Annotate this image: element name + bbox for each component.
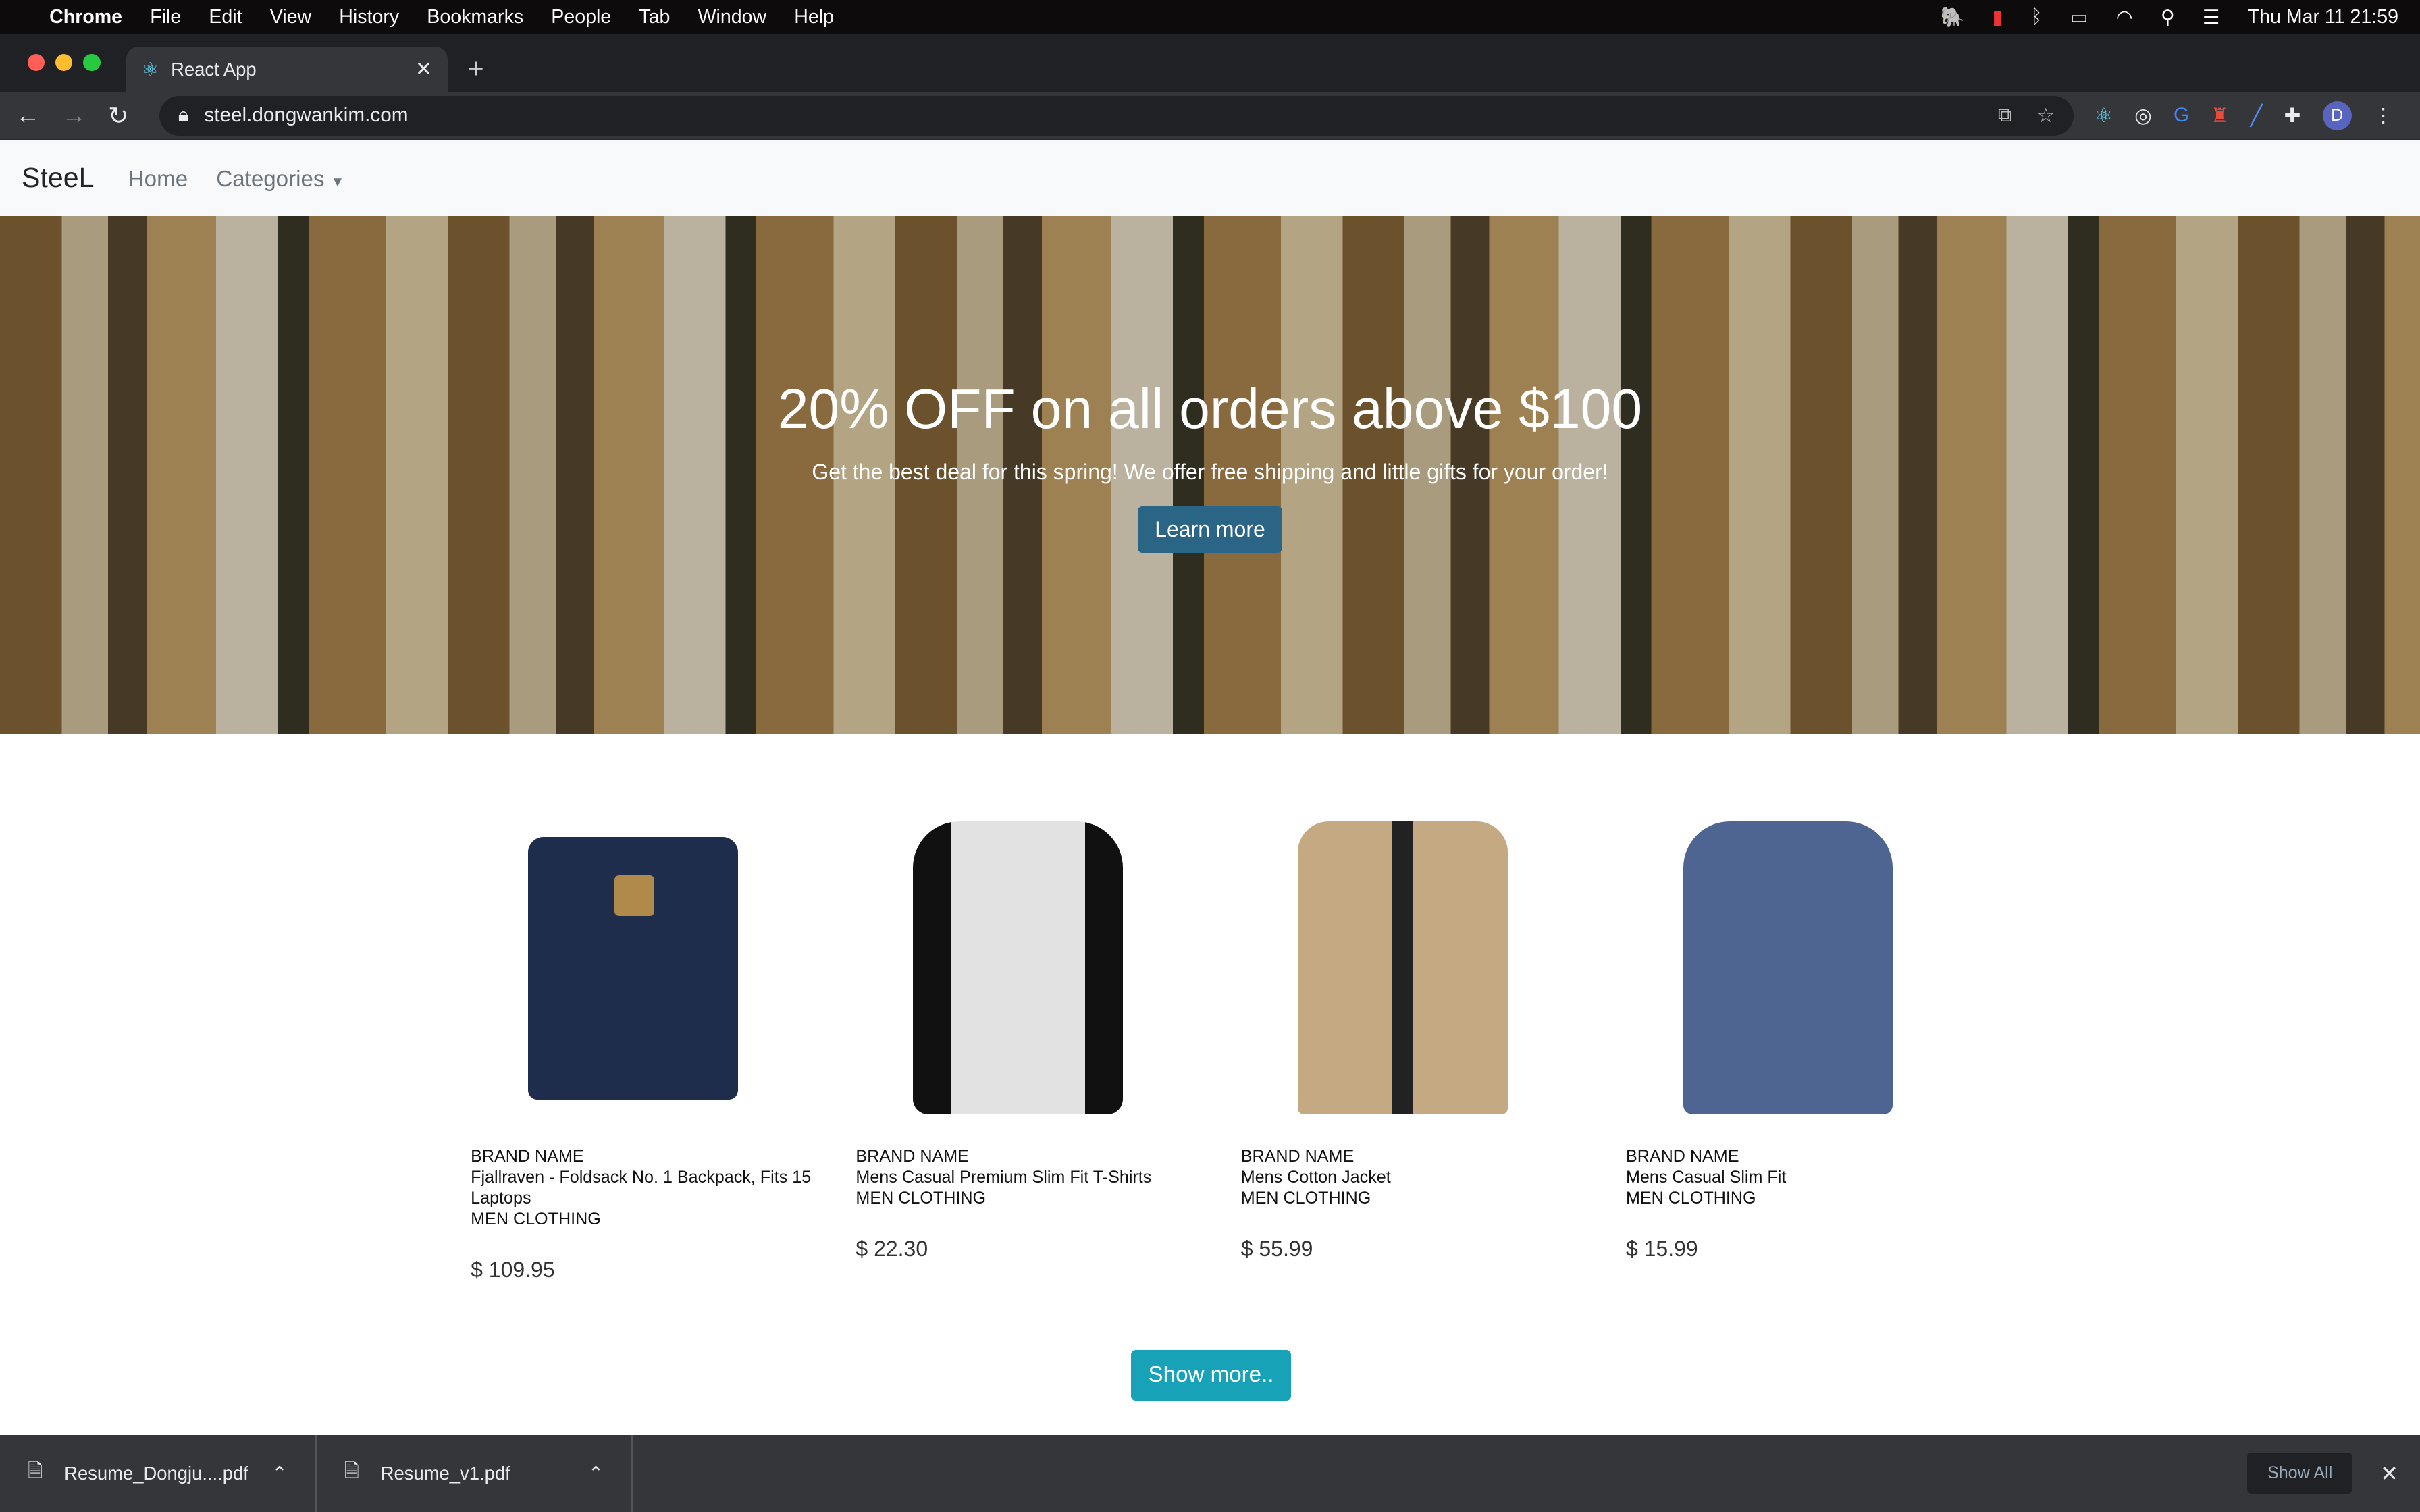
file-icon: 🗎	[28, 1459, 43, 1481]
product-card[interactable]: BRAND NAME Mens Casual Slim Fit MEN CLOT…	[1626, 817, 2011, 1282]
nav-categories[interactable]: Categories ▼	[216, 167, 344, 192]
product-price: $ 109.95	[471, 1257, 555, 1282]
react-devtools-icon[interactable]: ⚛	[2095, 104, 2113, 128]
tab-title: React App	[171, 58, 257, 80]
menu-view[interactable]: View	[270, 6, 311, 28]
forward-icon[interactable]: →	[61, 101, 86, 130]
product-category: MEN CLOTHING	[856, 1188, 987, 1208]
hero-banner: 20% OFF on all orders above $100 Get the…	[0, 215, 2420, 734]
nav-home[interactable]: Home	[128, 167, 188, 192]
download-item[interactable]: 🗎 Resume_v1.pdf ⌃	[317, 1434, 633, 1512]
browser-toolbar: ← → ↻ 🔒︎ steel.dongwankim.com ⧉ ☆ ⚛ ◎ G …	[0, 92, 2420, 139]
flag-icon[interactable]: ▮	[1992, 5, 2003, 29]
product-brand: BRAND NAME	[471, 1147, 584, 1166]
wifi-icon[interactable]: ◠	[2116, 5, 2133, 29]
color-picker-icon[interactable]: ╱	[2251, 104, 2263, 128]
maximize-window-button[interactable]	[83, 53, 101, 72]
target-extension-icon[interactable]: ◎	[2134, 104, 2152, 128]
product-name: Mens Casual Slim Fit	[1625, 1168, 1787, 1187]
product-category: MEN CLOTHING	[1625, 1188, 1756, 1208]
address-bar[interactable]: 🔒︎ steel.dongwankim.com ⧉ ☆	[159, 95, 2074, 136]
bluetooth-icon[interactable]: ᛒ	[2030, 6, 2042, 28]
product-price: $ 15.99	[1625, 1236, 1698, 1261]
close-icon[interactable]: ✕	[2380, 1461, 2398, 1486]
jacket-image[interactable]	[1295, 817, 1511, 1118]
window-controls	[28, 53, 101, 72]
site-navbar: SteeL Home Categories ▼	[0, 138, 2420, 216]
product-card[interactable]: BRAND NAME Mens Casual Premium Slim Fit …	[856, 817, 1240, 1282]
reload-icon[interactable]: ↻	[108, 101, 129, 130]
download-filename: Resume_v1.pdf	[380, 1462, 510, 1484]
battery-icon[interactable]: ▭	[2070, 5, 2088, 29]
file-icon: 🗎	[344, 1459, 359, 1481]
download-shelf: 🗎 Resume_Dongju....pdf ⌃ 🗎 Resume_v1.pdf…	[0, 1434, 2420, 1512]
profile-avatar[interactable]: D	[2322, 101, 2352, 131]
site-brand[interactable]: SteeL	[22, 162, 94, 194]
show-more-button[interactable]: Show more..	[1131, 1349, 1291, 1401]
product-card[interactable]: BRAND NAME Mens Cotton Jacket MEN CLOTHI…	[1241, 817, 1626, 1282]
tshirt-image[interactable]	[910, 817, 1126, 1118]
google-translate-icon[interactable]: G	[2174, 104, 2189, 127]
back-icon[interactable]: ←	[16, 101, 41, 130]
menu-bookmarks[interactable]: Bookmarks	[427, 6, 523, 28]
chevron-up-icon[interactable]: ⌃	[271, 1463, 287, 1484]
url-text[interactable]: steel.dongwankim.com	[204, 104, 408, 127]
download-filename: Resume_Dongju....pdf	[64, 1462, 248, 1484]
caret-down-icon: ▼	[330, 173, 345, 190]
chevron-up-icon[interactable]: ⌃	[588, 1463, 604, 1484]
product-category: MEN CLOTHING	[1240, 1188, 1371, 1208]
tab-react-app[interactable]: ⚛ React App ✕	[126, 46, 448, 93]
menu-help[interactable]: Help	[794, 6, 834, 28]
product-brand: BRAND NAME	[1625, 1147, 1739, 1166]
product-brand: BRAND NAME	[1240, 1147, 1354, 1166]
spotlight-search-icon[interactable]: ⚲	[2161, 5, 2175, 29]
download-item[interactable]: 🗎 Resume_Dongju....pdf ⌃	[0, 1434, 317, 1512]
product-price: $ 55.99	[1240, 1236, 1313, 1261]
clock[interactable]: Thu Mar 11 21:59	[2248, 6, 2398, 28]
more-menu-icon[interactable]: ⋮	[2373, 104, 2394, 128]
lighthouse-icon[interactable]: ♜	[2211, 104, 2229, 128]
product-list: BRAND NAME Fjallraven - Foldsack No. 1 B…	[471, 817, 2011, 1282]
product-card[interactable]: BRAND NAME Fjallraven - Foldsack No. 1 B…	[471, 817, 856, 1282]
hero-title: 20% OFF on all orders above $100	[777, 378, 1643, 440]
menu-file[interactable]: File	[150, 6, 181, 28]
open-external-icon[interactable]: ⧉	[1998, 104, 2012, 128]
menu-people[interactable]: People	[551, 6, 611, 28]
product-name: Fjallraven - Foldsack No. 1 Backpack, Fi…	[471, 1168, 812, 1208]
product-name: Mens Cotton Jacket	[1240, 1168, 1391, 1187]
longsleeve-image[interactable]	[1680, 817, 1896, 1118]
bookmark-star-icon[interactable]: ☆	[2036, 104, 2055, 128]
learn-more-button[interactable]: Learn more	[1138, 506, 1282, 554]
product-category: MEN CLOTHING	[471, 1209, 601, 1228]
show-all-button[interactable]: Show All	[2247, 1453, 2353, 1494]
hero-subtitle: Get the best deal for this spring! We of…	[812, 460, 1608, 485]
categories-label: Categories	[216, 166, 325, 192]
minimize-window-button[interactable]	[55, 53, 73, 72]
new-tab-icon[interactable]: +	[468, 53, 484, 84]
extensions: ⚛ ◎ G ♜ ╱ ✚ D ⋮	[2095, 101, 2394, 131]
menu-history[interactable]: History	[339, 6, 399, 28]
elephant-icon[interactable]: 🐘	[1941, 5, 1965, 29]
backpack-image[interactable]	[525, 817, 741, 1118]
product-name: Mens Casual Premium Slim Fit T-Shirts	[856, 1168, 1152, 1187]
react-icon: ⚛	[142, 58, 159, 80]
close-window-button[interactable]	[28, 53, 45, 72]
product-price: $ 22.30	[856, 1236, 928, 1261]
extensions-puzzle-icon[interactable]: ✚	[2284, 104, 2301, 128]
menu-window[interactable]: Window	[698, 6, 767, 28]
menu-edit[interactable]: Edit	[209, 6, 242, 28]
lock-icon: 🔒︎	[178, 104, 189, 127]
menu-tab[interactable]: Tab	[639, 6, 670, 28]
product-brand: BRAND NAME	[856, 1147, 969, 1166]
menu-app-name[interactable]: Chrome	[49, 6, 122, 28]
tab-strip: ⚛ React App ✕ +	[0, 34, 2420, 93]
control-center-icon[interactable]: ☰	[2203, 5, 2220, 29]
close-tab-icon[interactable]: ✕	[415, 57, 432, 81]
macos-menubar: Chrome File Edit View History Bookmarks …	[0, 0, 2420, 34]
